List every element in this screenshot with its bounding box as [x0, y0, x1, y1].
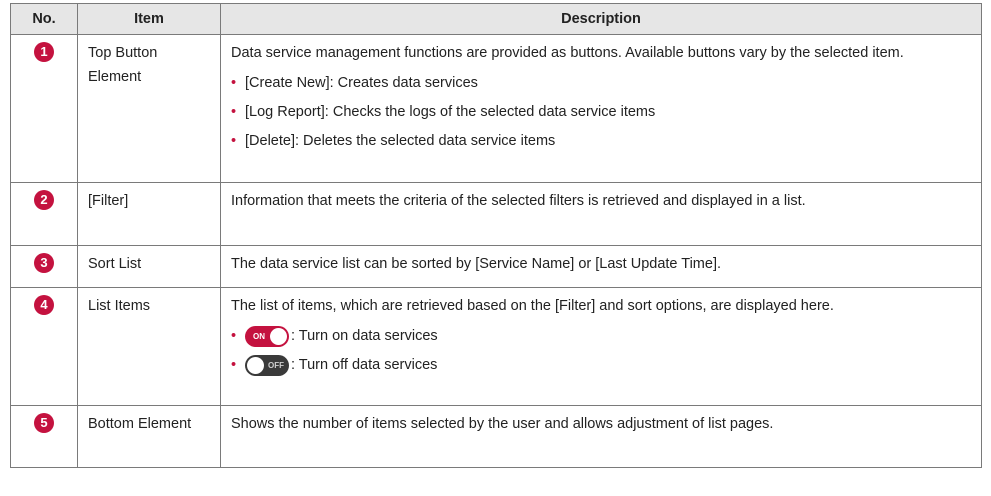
item-cell: Top Button Element — [77, 34, 221, 183]
bullet-item: • OFF : Turn off data services — [231, 353, 971, 377]
description-cell: Information that meets the criteria of t… — [220, 182, 982, 246]
bullet-text: [Delete]: Deletes the selected data serv… — [245, 133, 556, 149]
bullet-dot-icon: • — [231, 328, 237, 344]
row-number-cell: 3 — [10, 245, 78, 288]
description-text: The data service list can be sorted by [… — [231, 256, 721, 272]
description-cell: The data service list can be sorted by [… — [220, 245, 982, 288]
number-badge: 1 — [34, 42, 54, 62]
header-description: Description — [220, 3, 982, 35]
bullet-text: [Log Report]: Checks the logs of the sel… — [245, 104, 656, 120]
row-number-cell: 5 — [10, 405, 78, 468]
table-row: 1 Top Button Element Data service manage… — [10, 34, 982, 183]
bullet-item: • [Log Report]: Checks the logs of the s… — [231, 100, 971, 124]
table-header-row: No. Item Description — [10, 3, 982, 35]
number-badge: 2 — [34, 190, 54, 210]
bullet-dot-icon: • — [231, 357, 237, 373]
description-table: No. Item Description 1 Top Button Elemen… — [10, 3, 982, 468]
row-number-cell: 1 — [10, 34, 78, 183]
number-badge: 3 — [34, 253, 54, 273]
table-row: 3 Sort List The data service list can be… — [10, 245, 982, 288]
description-table-wrapper: No. Item Description 1 Top Button Elemen… — [10, 3, 982, 468]
item-cell: [Filter] — [77, 182, 221, 246]
bullet-text: [Create New]: Creates data services — [245, 75, 478, 91]
off-toggle-icon: OFF — [245, 354, 289, 376]
on-toggle-icon: ON — [245, 325, 289, 347]
bullet-dot-icon: • — [231, 133, 237, 149]
table-row: 2 [Filter] Information that meets the cr… — [10, 182, 982, 246]
description-text: Data service management functions are pr… — [231, 45, 904, 61]
row-number-cell: 2 — [10, 182, 78, 246]
description-cell: Data service management functions are pr… — [220, 34, 982, 183]
row-number-cell: 4 — [10, 287, 78, 406]
description-text: Information that meets the criteria of t… — [231, 193, 806, 209]
bullet-dot-icon: • — [231, 104, 237, 120]
toggle-knob — [247, 356, 264, 374]
bullet-text: : Turn on data services — [291, 328, 438, 344]
bullet-item: • [Delete]: Deletes the selected data se… — [231, 129, 971, 153]
table-row: 5 Bottom Element Shows the number of ite… — [10, 405, 982, 468]
description-cell: Shows the number of items selected by th… — [220, 405, 982, 468]
item-cell: List Items — [77, 287, 221, 406]
header-item: Item — [77, 3, 221, 35]
toggle-knob — [270, 327, 287, 345]
bullet-dot-icon: • — [231, 75, 237, 91]
table-row: 4 List Items The list of items, which ar… — [10, 287, 982, 406]
description-text: The list of items, which are retrieved b… — [231, 298, 834, 314]
toggle-on-label: ON — [253, 331, 265, 341]
bullet-item: • [Create New]: Creates data services — [231, 71, 971, 95]
number-badge: 5 — [34, 413, 54, 433]
number-badge: 4 — [34, 295, 54, 315]
description-cell: The list of items, which are retrieved b… — [220, 287, 982, 406]
bullet-text: : Turn off data services — [291, 357, 438, 373]
header-no: No. — [10, 3, 78, 35]
toggle-off-label: OFF — [268, 360, 284, 370]
description-text: Shows the number of items selected by th… — [231, 416, 774, 432]
item-cell: Sort List — [77, 245, 221, 288]
bullet-item: • ON : Turn on data services — [231, 324, 971, 348]
item-cell: Bottom Element — [77, 405, 221, 468]
